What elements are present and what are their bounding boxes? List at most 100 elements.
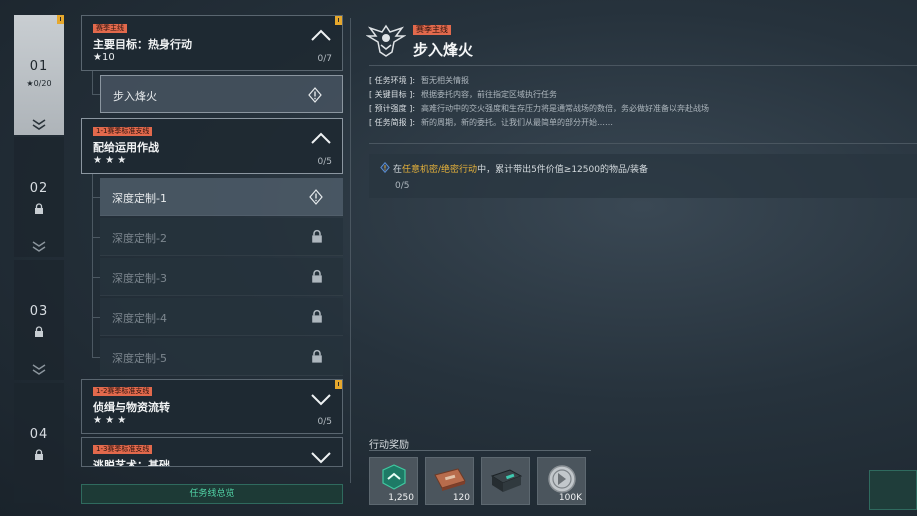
tree-connector	[92, 317, 100, 318]
lock-icon	[35, 326, 43, 337]
quest-progress: 0/5	[317, 417, 332, 427]
tree-connector	[92, 357, 100, 358]
lock-icon	[312, 349, 322, 363]
info-row-intensity: [ 预计强度 ]: 高难行动中的交火强度和生存压力将是通常战场的数倍，务必做好准备…	[369, 103, 709, 114]
lock-icon	[312, 269, 322, 283]
quest-overview-button[interactable]: 任务线总览	[81, 484, 343, 504]
quest-header-branch-1[interactable]: 1-1赛季标准支线 配给运用作战 ★ ★ ★ 0/5	[81, 118, 343, 174]
subtask-label: 步入烽火	[113, 90, 157, 103]
coin-icon	[548, 465, 576, 493]
eagle-emblem-icon	[366, 24, 406, 57]
season-tab-04[interactable]: 04	[14, 383, 64, 503]
divider	[369, 143, 917, 144]
corner-action-button[interactable]	[869, 470, 917, 510]
tree-connector	[92, 237, 100, 238]
quest-header-branch-3[interactable]: 1-3赛季标准支线 逃脱艺术：基础	[81, 437, 343, 467]
info-row-environment: [ 任务环境 ]: 暂无相关情报	[369, 75, 469, 86]
objective-panel	[369, 154, 917, 198]
info-value: 暂无相关情报	[421, 76, 470, 85]
alert-flag-icon	[335, 380, 342, 389]
alert-flag-icon	[335, 16, 342, 25]
season-number: 01	[29, 59, 49, 74]
divider	[369, 450, 591, 451]
tree-connector	[92, 277, 100, 278]
alert-diamond-icon	[309, 189, 323, 205]
info-value: 根据委托内容，前往指定区域执行任务	[421, 90, 558, 99]
quest-progress: 0/7	[317, 54, 332, 64]
info-value: 新的周期，新的委托。让我们从最简单的部分开始……	[421, 118, 614, 127]
quest-title: 配给运用作战	[93, 141, 159, 154]
reward-count: 1,250	[388, 493, 414, 503]
season-stars: ★0/20	[26, 79, 52, 88]
objective-suffix: 中，累计带出5件价值≥12500的物品/装备	[477, 165, 648, 175]
ammo-box-icon	[434, 468, 466, 491]
season-tab-02[interactable]: 02	[14, 137, 64, 257]
quest-title: 主要目标：热身行动	[93, 38, 192, 51]
lock-icon	[35, 449, 43, 460]
info-row-briefing: [ 任务简报 ]: 新的周期，新的委托。让我们从最简单的部分开始……	[369, 117, 613, 128]
detail-tag: 赛季主线	[413, 25, 451, 35]
quest-header-main[interactable]: 赛季主线 主要目标：热身行动 ★10 0/7	[81, 15, 343, 71]
subtask-label: 深度定制-2	[112, 232, 167, 245]
reward-count: 100K	[558, 493, 582, 503]
quest-tag: 赛季主线	[93, 24, 127, 33]
reward-item-ammo[interactable]: 120	[425, 457, 474, 505]
season-number: 02	[29, 181, 49, 196]
alert-diamond-icon	[308, 87, 322, 103]
lock-icon	[35, 203, 43, 214]
gear-case-icon	[490, 469, 523, 492]
reward-item-gear-case[interactable]	[481, 457, 530, 505]
reward-item-coin[interactable]: 100K	[537, 457, 586, 505]
quest-stars: ★ ★ ★	[93, 155, 127, 166]
double-chevron-down-icon	[32, 241, 46, 252]
panel-divider	[350, 18, 351, 483]
objective-text: 在任意机密/绝密行动中，累计带出5件价值≥12500的物品/装备	[393, 162, 648, 175]
subtask-deep-custom-4[interactable]: 深度定制-4	[100, 298, 343, 336]
quest-header-branch-2[interactable]: 1-2赛季标准支线 侦缉与物资流转 ★ ★ ★ 0/5	[81, 379, 343, 434]
info-row-key-goal: [ 关键目标 ]: 根据委托内容，前往指定区域执行任务	[369, 89, 557, 100]
subtask-deep-custom-3[interactable]: 深度定制-3	[100, 258, 343, 296]
alert-diamond-icon	[380, 162, 390, 173]
tree-connector	[92, 71, 93, 94]
subtask-deep-custom-2[interactable]: 深度定制-2	[100, 218, 343, 256]
season-tab-01[interactable]: 01 ★0/20	[14, 15, 64, 135]
reward-item-exp[interactable]: 1,250	[369, 457, 418, 505]
objective-progress: 0/5	[395, 181, 410, 191]
season-tab-03[interactable]: 03	[14, 260, 64, 380]
info-key: [ 任务环境 ]:	[369, 76, 416, 85]
alert-flag-icon	[57, 15, 64, 24]
tree-connector	[92, 174, 93, 358]
season-number: 03	[29, 304, 49, 319]
info-key: [ 预计强度 ]:	[369, 104, 416, 113]
rewards-label: 行动奖励	[369, 440, 409, 451]
lock-icon	[312, 309, 322, 323]
lock-icon	[312, 229, 322, 243]
quest-title: 侦缉与物资流转	[93, 401, 170, 414]
chevron-up-icon	[311, 29, 331, 41]
subtask-step-into-fire[interactable]: 步入烽火	[100, 75, 343, 113]
subtask-label: 深度定制-3	[112, 272, 167, 285]
objective-prefix: 在	[393, 165, 403, 175]
double-chevron-down-icon	[32, 119, 46, 130]
detail-title: 步入烽火	[413, 41, 474, 59]
chevron-down-icon	[311, 452, 331, 464]
quest-stars: ★ ★ ★	[93, 415, 127, 426]
quest-tag: 1-2赛季标准支线	[93, 387, 153, 396]
subtask-label: 深度定制-1	[112, 192, 167, 205]
tree-connector	[92, 94, 100, 95]
divider	[369, 65, 917, 66]
info-value: 高难行动中的交火强度和生存压力将是通常战场的数倍，务必做好准备以奔赴战场	[421, 104, 710, 113]
subtask-label: 深度定制-4	[112, 312, 167, 325]
quest-title: 逃脱艺术：基础	[93, 459, 170, 467]
season-number: 04	[29, 427, 49, 442]
subtask-deep-custom-5[interactable]: 深度定制-5	[100, 338, 343, 376]
objective-highlight: 任意机密/绝密行动	[402, 165, 478, 175]
quest-tag: 1-1赛季标准支线	[93, 127, 153, 136]
quest-progress: 0/5	[317, 157, 332, 167]
subtask-label: 深度定制-5	[112, 352, 167, 365]
quest-tag: 1-3赛季标准支线	[93, 445, 153, 454]
chevron-down-icon	[311, 394, 331, 406]
exp-badge-icon	[382, 464, 406, 490]
subtask-deep-custom-1[interactable]: 深度定制-1	[100, 178, 343, 216]
double-chevron-down-icon	[32, 364, 46, 375]
